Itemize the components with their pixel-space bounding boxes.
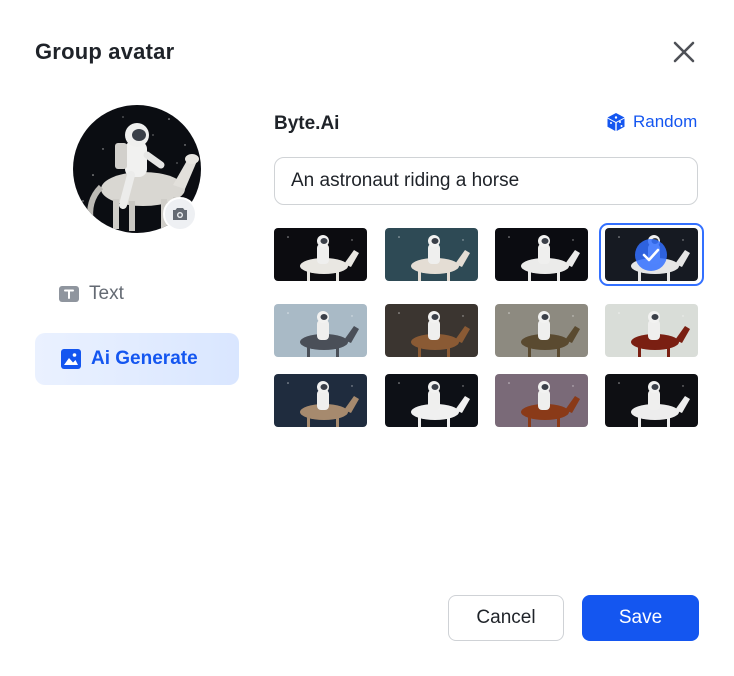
group-avatar-dialog: Group avatar Text Ai Generate Byte.Ai Ra… [0,0,734,676]
dialog-title: Group avatar [35,39,175,64]
nav-item-ai-generate[interactable]: Ai Generate [35,333,239,385]
image-icon [61,349,81,369]
close-icon [673,41,695,63]
text-icon [59,286,79,302]
close-button[interactable] [670,38,698,66]
change-avatar-button[interactable] [163,197,197,231]
generated-image-thumbnail[interactable] [495,304,588,357]
nav-item-label: Ai Generate [91,348,198,369]
nav-item-label: Text [89,283,124,304]
generated-image-thumbnail[interactable] [274,374,367,427]
generated-image-thumbnail[interactable] [385,374,478,427]
cancel-button[interactable]: Cancel [448,595,564,641]
save-button[interactable]: Save [582,595,699,641]
generated-image-thumbnail[interactable] [274,228,367,281]
generated-image-thumbnail[interactable] [495,374,588,427]
generated-image-thumbnail[interactable] [495,228,588,281]
camera-icon [173,208,187,220]
generated-image-thumbnail[interactable] [605,304,698,357]
dice-icon [607,113,625,131]
random-label: Random [633,112,698,131]
nav-item-text[interactable]: Text [59,283,124,305]
random-button[interactable]: Random [606,112,697,132]
generated-image-thumbnail[interactable] [605,374,698,427]
generated-image-thumbnail[interactable] [385,228,478,281]
prompt-input[interactable] [274,157,698,205]
generated-image-thumbnail[interactable] [274,304,367,357]
generated-image-thumbnail[interactable] [385,304,478,357]
generator-brand: Byte.Ai [274,113,340,134]
checkmark-icon [635,239,667,271]
